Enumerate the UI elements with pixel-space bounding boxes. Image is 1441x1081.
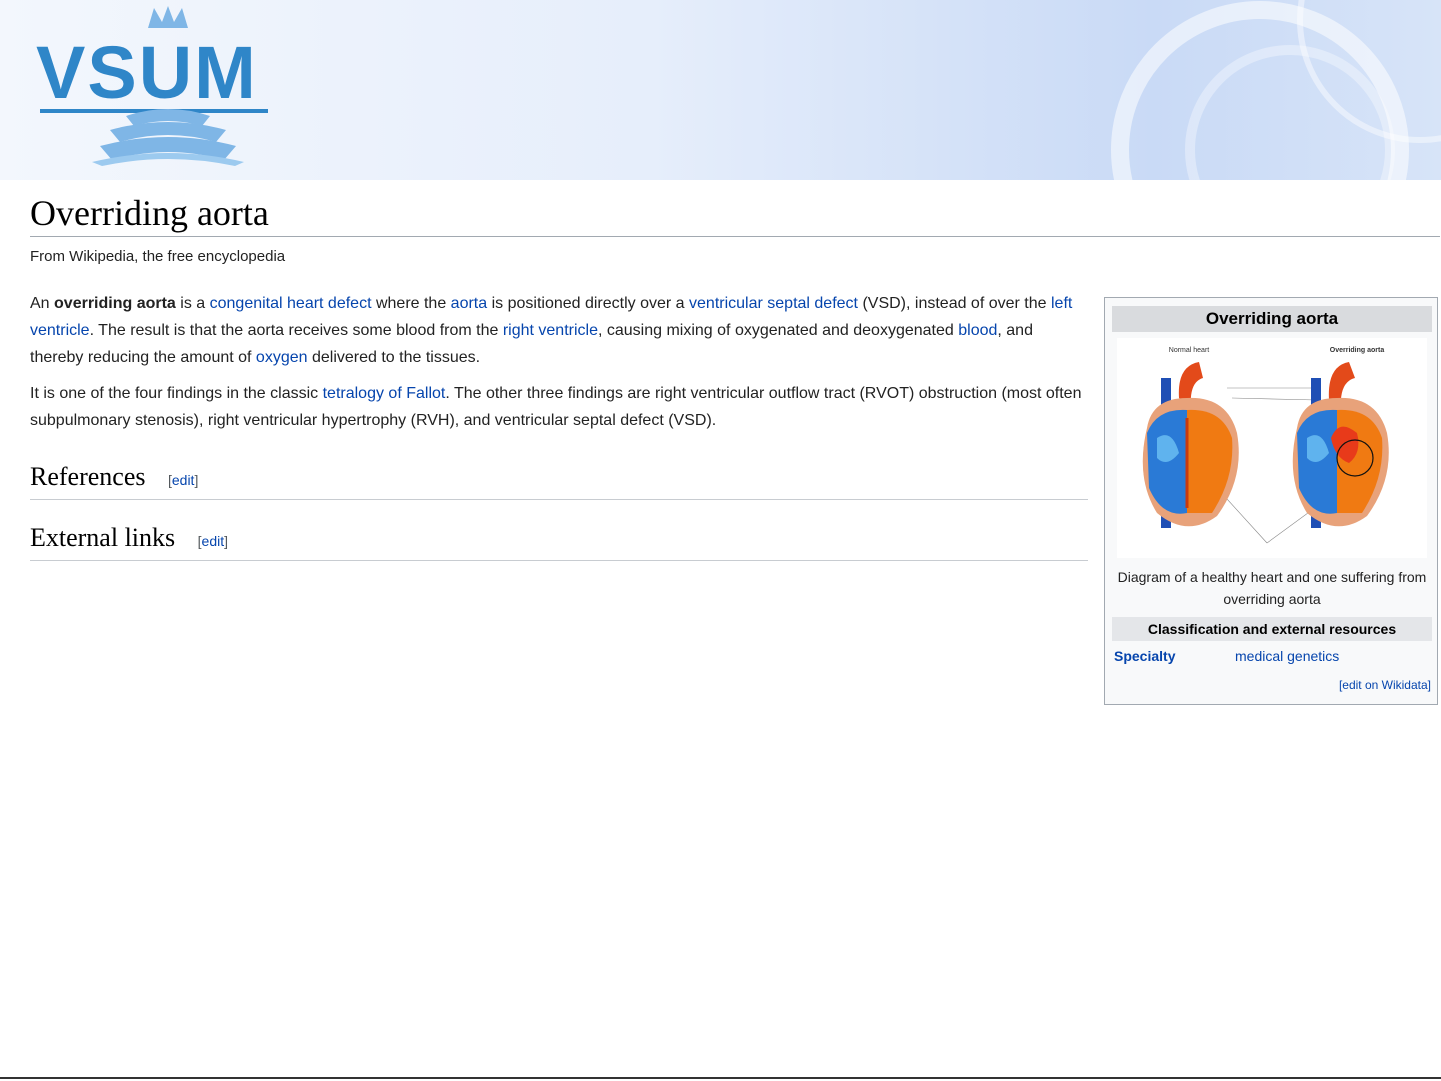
text: . The result is that the aorta receives … [89, 322, 503, 339]
section-references: References [edit] [30, 460, 1088, 500]
link-congenital-heart-defect[interactable]: congenital heart defect [210, 295, 372, 312]
diagram-label-normal: Normal heart [1169, 347, 1210, 354]
text: An [30, 295, 55, 312]
section-heading: External links [30, 523, 176, 552]
logo-text: VSUM [36, 31, 258, 114]
text: , causing mixing of oxygenated and deoxy… [597, 322, 959, 339]
bracket: ] [224, 533, 228, 549]
article-body: An overriding aorta is a congenital hear… [30, 290, 1090, 443]
link-ventricular-septal-defect[interactable]: ventricular septal defect [689, 295, 858, 312]
link-oxygen[interactable]: oxygen [256, 349, 308, 366]
paragraph-tetralogy: It is one of the four findings in the cl… [30, 380, 1090, 434]
bottom-divider [0, 1077, 1441, 1079]
infobox: Overriding aorta Normal heart Overriding… [1104, 297, 1438, 705]
bold-term: overriding aorta [54, 295, 176, 312]
heart-diagram-image[interactable]: Normal heart Overriding aorta [1117, 338, 1427, 558]
infobox-title: Overriding aorta [1112, 306, 1432, 332]
link-blood[interactable]: blood [958, 322, 997, 339]
vsum-logo[interactable]: VSUM [30, 6, 275, 166]
section-edit: [edit] [168, 472, 198, 488]
text: delivered to the tissues. [307, 349, 481, 366]
edit-link[interactable]: edit [172, 472, 195, 488]
section-heading: References [30, 462, 146, 491]
page-tagline: From Wikipedia, the free encyclopedia [30, 248, 286, 265]
edit-on-wikidata-link[interactable]: [edit on Wikidata] [1339, 678, 1431, 692]
page-title: Overriding aorta [30, 192, 1440, 237]
specialty-label-link[interactable]: Specialty [1114, 648, 1175, 664]
section-external-links: External links [edit] [30, 521, 1088, 561]
edit-link[interactable]: edit [202, 533, 225, 549]
site-banner: VSUM [0, 0, 1441, 180]
text: is positioned directly over a [487, 295, 690, 312]
text: It is one of the four findings in the cl… [30, 385, 323, 402]
infobox-subheader: Classification and external resources [1112, 617, 1432, 641]
text: is a [175, 295, 210, 312]
section-edit: [edit] [198, 533, 228, 549]
link-right-ventricle[interactable]: right ventricle [503, 322, 598, 339]
paragraph-intro: An overriding aorta is a congenital hear… [30, 290, 1090, 371]
infobox-caption: Diagram of a healthy heart and one suffe… [1117, 569, 1427, 607]
link-tetralogy-of-fallot[interactable]: tetralogy of Fallot [323, 385, 446, 402]
text: (VSD), instead of over the [858, 295, 1051, 312]
specialty-value-link[interactable]: medical genetics [1235, 648, 1339, 664]
diagram-label-overriding: Overriding aorta [1330, 347, 1385, 354]
text: where the [371, 295, 451, 312]
link-aorta[interactable]: aorta [451, 295, 487, 312]
bracket: ] [194, 472, 199, 488]
